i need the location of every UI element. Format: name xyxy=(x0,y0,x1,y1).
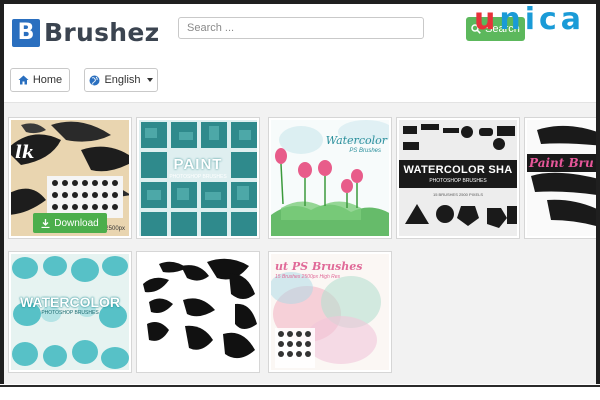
globe-icon xyxy=(89,75,100,85)
brush-thumbnail[interactable] xyxy=(136,251,260,373)
logo-badge: B xyxy=(12,18,40,47)
thumbnail-image: ut PS Brushes 15 Brushes 2500px High Res xyxy=(271,254,389,370)
brush-thumbnail[interactable]: lk Res 2500px Download xyxy=(8,117,132,239)
brush-thumbnail[interactable]: ut PS Brushes 15 Brushes 2500px High Res xyxy=(268,251,392,373)
site-header: B Brushez Search unica xyxy=(4,4,596,61)
browser-viewport: B Brushez Search unica Home English xyxy=(4,4,596,384)
brush-thumbnail[interactable]: PAINT PHOTOSHOP BRUSHES xyxy=(136,117,260,239)
thumbnail-subtitle: PS Brushes xyxy=(349,148,381,154)
brush-thumbnail[interactable]: WATERCOLOR PHOTOSHOP BRUSHES xyxy=(8,251,132,373)
download-icon xyxy=(41,218,50,228)
thumbnail-title: Watercolor xyxy=(325,134,387,147)
thumbnail-image: Paint Bru xyxy=(527,120,596,236)
thumbnail-title: ut PS Brushes xyxy=(275,260,363,273)
thumbnail-caption: 15 BRUSHES 2500 PIXELS xyxy=(432,192,484,197)
thumbnail-image: Watercolor PS Brushes xyxy=(271,120,389,236)
language-label: English xyxy=(104,74,141,86)
chevron-down-icon xyxy=(146,78,153,82)
brush-thumbnail[interactable]: Paint Bru xyxy=(524,117,596,239)
search-input[interactable] xyxy=(178,17,424,39)
logo-text: Brushez xyxy=(44,18,160,47)
home-button-label: Home xyxy=(32,74,63,86)
unica-watermark: unica xyxy=(474,4,586,37)
thumbnail-title: PAINT xyxy=(173,156,223,173)
thumbnail-subtitle: PHOTOSHOP BRUSHES xyxy=(429,178,487,184)
thumbnail-image xyxy=(139,254,257,370)
bottom-bar xyxy=(0,384,600,400)
thumbnail-image: PAINT PHOTOSHOP BRUSHES xyxy=(139,120,257,236)
thumbnail-image: WATERCOLOR PHOTOSHOP BRUSHES xyxy=(11,254,129,370)
home-button[interactable]: Home xyxy=(10,68,70,92)
download-label: Download xyxy=(54,217,99,229)
thumbnail-subtitle: 15 Brushes 2500px High Res xyxy=(275,274,341,280)
thumbnail-subtitle: PHOTOSHOP BRUSHES xyxy=(169,174,227,180)
site-logo[interactable]: B Brushez xyxy=(12,18,159,47)
thumbnail-title: WATERCOLOR SHA xyxy=(403,164,513,176)
home-icon xyxy=(18,75,29,85)
brush-gallery: lk Res 2500px Download PAINT PHOTOSHOP B… xyxy=(4,103,596,384)
thumbnail-title: lk xyxy=(15,142,35,163)
brush-thumbnail[interactable]: Watercolor PS Brushes xyxy=(268,117,392,239)
download-button[interactable]: Download xyxy=(33,213,107,233)
thumbnail-title: Paint Bru xyxy=(529,156,594,170)
language-dropdown[interactable]: English xyxy=(84,68,158,92)
thumbnail-image: WATERCOLOR SHA PHOTOSHOP BRUSHES 15 BRUS… xyxy=(399,120,517,236)
thumbnail-title: WATERCOLOR xyxy=(19,294,121,310)
toolbar: Home English xyxy=(4,60,596,103)
brush-thumbnail[interactable]: WATERCOLOR SHA PHOTOSHOP BRUSHES 15 BRUS… xyxy=(396,117,520,239)
thumbnail-image: lk Res 2500px Download xyxy=(11,120,129,236)
thumbnail-subtitle: PHOTOSHOP BRUSHES xyxy=(41,310,99,316)
